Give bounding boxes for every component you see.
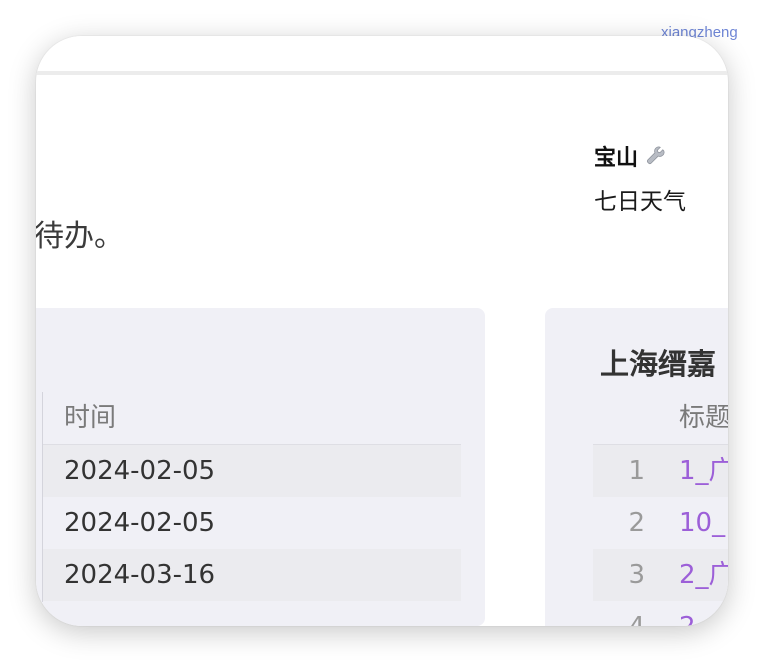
weather-link[interactable]: 七日天气 [594,182,686,216]
row-index: 1 [628,456,645,486]
table-row: 2 10_ [593,497,728,549]
row-title-link[interactable]: 10_ [679,497,725,549]
table-divider [42,392,43,602]
table-row: 1 1_广 [593,445,728,497]
events-table: 时间 2024-02-05 2024-02-05 2024-03-16 [42,392,461,602]
row-index: 2 [628,508,645,538]
weather-link-block[interactable]: 宝山 七日天气 [594,140,686,216]
articles-table: 标题 1 1_广 2 10_ 3 2_广 4 2 [593,392,728,626]
row-index: 4 [593,601,645,626]
screenshot-stage: xiangzheng 待办。 宝山 七日天气 时间 2024-02-05 202… [0,0,764,662]
row-title-link[interactable]: 2 [679,601,696,626]
row-title-link[interactable]: 1_广 [679,445,728,497]
row-title-link[interactable]: 2_广 [679,549,728,601]
articles-card-title: 上海缙嘉 [600,347,717,381]
todo-text: 待办。 [36,219,124,254]
location-title[interactable]: 宝山 [594,140,686,172]
app-window: 待办。 宝山 七日天气 时间 2024-02-05 2024-02-05 202… [36,36,728,626]
table-row[interactable]: 2024-02-05 [42,445,461,497]
table-row: 3 2_广 [593,549,728,601]
location-title-label: 宝山 [594,146,639,171]
column-header-time[interactable]: 时间 [42,392,461,445]
row-index: 3 [628,560,645,590]
wrench-icon [646,146,665,165]
table-row[interactable]: 2024-03-16 [42,549,461,601]
table-row: 4 2 [593,601,728,626]
table-row[interactable]: 2024-02-05 [42,497,461,549]
top-bar [36,36,728,75]
column-header-title[interactable]: 标题 [593,392,728,445]
